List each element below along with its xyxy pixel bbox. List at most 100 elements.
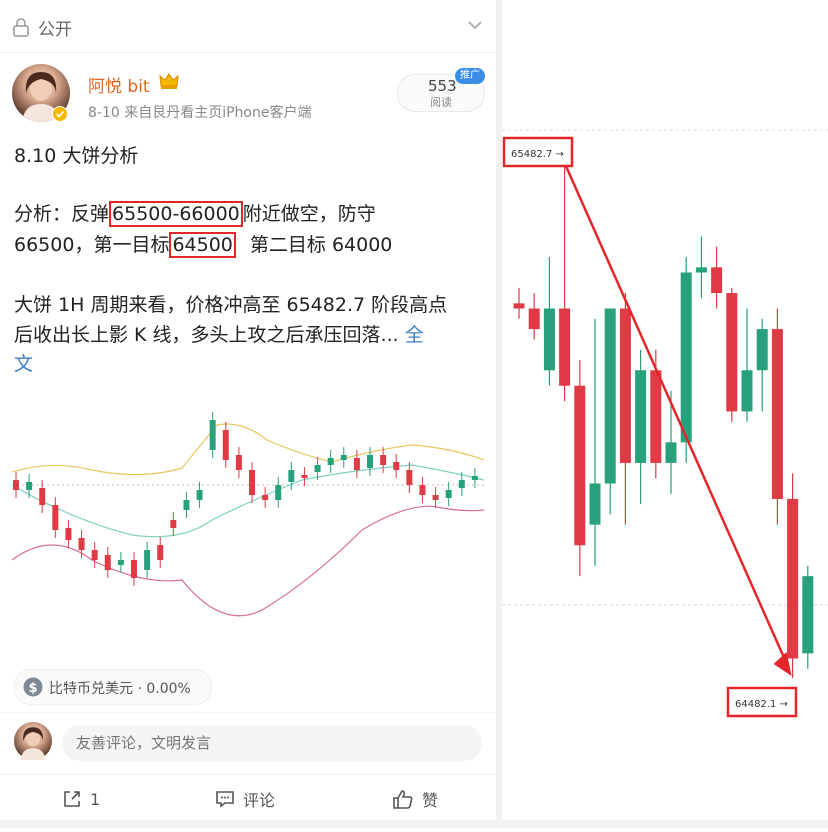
candle-body	[589, 483, 601, 525]
candle-body	[574, 385, 586, 546]
candles-group	[13, 412, 478, 586]
target2-text: 第二目标 64000	[249, 234, 393, 256]
candle-body	[196, 490, 203, 500]
candle-body	[726, 293, 738, 412]
chevron-down-icon[interactable]	[466, 18, 484, 32]
lower-band	[12, 505, 484, 617]
share-icon	[64, 791, 80, 807]
annotated-chart-panel: 65482.7 → 64482.1 →	[502, 0, 828, 828]
post-line-1: 分析：反弹 65500-66000 附近做空，防守	[14, 199, 376, 227]
candle-body	[222, 430, 229, 460]
candle-body	[458, 480, 465, 488]
reads-label: 阅读	[430, 96, 452, 109]
candle-body	[680, 272, 692, 443]
candle-body	[117, 560, 124, 565]
entry-range-highlight: 65500-66000	[109, 201, 243, 227]
like-button[interactable]: 赞	[392, 786, 438, 812]
candle-body	[340, 455, 347, 460]
comment-icon	[216, 791, 234, 808]
read-more-link-b[interactable]: 文	[14, 349, 33, 376]
upper-band	[12, 423, 484, 476]
high-price-label: 65482.7 →	[511, 149, 564, 160]
candle-body	[209, 420, 216, 450]
post-chart-image[interactable]	[12, 410, 484, 655]
candle-body	[445, 490, 452, 498]
post-para2-line2: 后收出长上影 K 线，多头上攻之后承压回落... 全	[14, 320, 424, 347]
candle-body	[543, 308, 555, 371]
crown-icon	[159, 73, 179, 89]
dollar-icon: $	[23, 677, 43, 697]
candle-body	[314, 465, 321, 472]
bollinger-bands	[12, 423, 484, 617]
middle-band	[12, 464, 484, 538]
promo-badge[interactable]: 推广	[455, 68, 485, 84]
candle-body	[353, 458, 360, 470]
like-label: 赞	[422, 791, 439, 810]
candle-body	[380, 455, 387, 465]
candle-body	[249, 470, 255, 495]
candle-body	[52, 505, 59, 530]
candle-body	[559, 308, 571, 386]
candle-body	[157, 545, 164, 560]
candle-body	[432, 495, 439, 500]
candle-body	[131, 560, 137, 578]
svg-text:$: $	[28, 681, 37, 696]
candle-body	[650, 370, 662, 463]
post-visibility-bar[interactable]: 公开	[0, 0, 496, 53]
candle-body	[367, 455, 373, 468]
candle-body	[802, 576, 814, 654]
share-button[interactable]: 1	[62, 786, 100, 812]
candle-body	[471, 476, 478, 480]
verified-icon	[52, 106, 68, 122]
candle-body	[91, 550, 98, 560]
post-line-2: 66500，第一目标 64500 第二目标 64000	[14, 230, 393, 258]
candle-body	[393, 462, 400, 470]
candle-body	[13, 480, 19, 490]
candle-body	[695, 267, 707, 273]
share-count: 1	[90, 789, 101, 809]
candles-group	[513, 163, 814, 678]
candle-body	[665, 442, 677, 463]
reads-count: 553	[428, 77, 457, 95]
candle-body	[26, 482, 33, 490]
read-more-link-a[interactable]: 全	[405, 324, 424, 346]
candle-body	[235, 455, 242, 470]
candle-body	[39, 488, 46, 505]
candle-body	[604, 308, 616, 484]
topic-chip[interactable]: $ 比特币兑美元 · 0.00%	[14, 669, 212, 705]
divider	[0, 774, 496, 775]
candle-body	[787, 498, 799, 659]
candle-body	[419, 485, 426, 495]
divider	[0, 712, 496, 713]
post-para2-line1: 大饼 1H 周期来看，价格冲高至 65482.7 阶段高点	[14, 294, 448, 316]
post-meta: 8-10 来自艮丹看主页iPhone客户端	[88, 105, 312, 121]
candle-body	[771, 329, 783, 499]
candle-body	[104, 555, 111, 570]
thumbs-up-icon	[393, 790, 413, 809]
candle-body	[301, 475, 308, 478]
candle-body	[711, 267, 723, 294]
candle-body	[513, 303, 525, 309]
candle-body	[619, 308, 631, 463]
post-title: 8.10 大饼分析	[14, 145, 139, 167]
comment-input[interactable]	[62, 725, 482, 761]
candle-body	[65, 528, 72, 540]
visibility-label: 公开	[38, 20, 72, 40]
candle-body	[756, 329, 768, 371]
target1-highlight: 64500	[169, 232, 236, 258]
topic-label: 比特币兑美元 · 0.00%	[49, 681, 191, 697]
stop-target-label: 66500，第一目标	[14, 234, 170, 256]
candle-body	[275, 485, 282, 500]
analysis-mid: 附近做空，防守	[242, 203, 376, 225]
bottom-bar	[0, 820, 828, 828]
comment-button[interactable]: 评论	[215, 786, 275, 812]
candle-body	[144, 550, 151, 570]
weibo-post-panel: 公开 阿悦 bit 8-10 来自艮丹看主页iPhone客户端 553 阅读 推…	[0, 0, 496, 828]
candle-body	[78, 538, 85, 550]
candle-body	[288, 470, 295, 482]
para2-line2-text: 后收出长上影 K 线，多头上攻之后承压回落...	[14, 324, 399, 346]
author-name[interactable]: 阿悦 bit	[88, 72, 150, 97]
candle-body	[741, 370, 753, 412]
candle-body	[528, 308, 540, 330]
annotations: 65482.7 → 64482.1 →	[502, 136, 798, 718]
